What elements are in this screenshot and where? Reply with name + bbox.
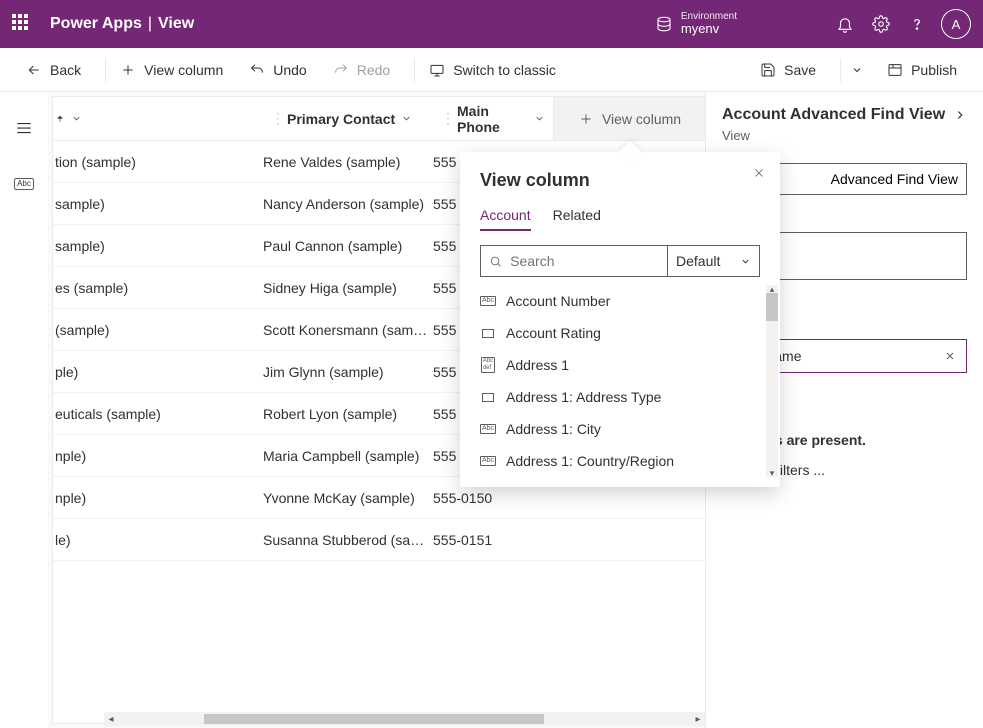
column-option-label: Account Rating — [506, 325, 601, 341]
column-option-label: Address 1: Country/Region — [506, 453, 674, 469]
view-column-popover: View column Account Related Default AbcA… — [460, 152, 780, 487]
field-type-icon: Abc — [480, 456, 496, 466]
panel-title: Account Advanced Find View — [722, 106, 945, 124]
switch-to-classic-button[interactable]: Switch to classic — [421, 54, 564, 86]
save-button[interactable]: Save — [752, 54, 824, 86]
back-button[interactable]: Back — [18, 54, 89, 86]
cell-name: es (sample) — [53, 280, 263, 296]
cell-name: sample) — [53, 238, 263, 254]
table-row[interactable]: le) Susanna Stubberod (samp... 555-0151 — [53, 519, 705, 561]
cell-contact: Paul Cannon (sample) — [263, 238, 433, 254]
column-option[interactable]: Account Rating — [460, 317, 780, 349]
column-option[interactable]: Abc Address 1: Country/Region — [460, 445, 780, 477]
cell-contact: Jim Glynn (sample) — [263, 364, 433, 380]
field-type-icon — [480, 329, 496, 338]
settings-icon[interactable] — [863, 0, 899, 48]
column-header-name[interactable] — [53, 112, 263, 126]
column-option-label: Address 1 — [506, 357, 569, 373]
column-option-label: Account Number — [506, 293, 610, 309]
left-rail: Abc — [0, 92, 48, 728]
column-option-label: Address 1: Address Type — [506, 389, 661, 405]
field-type-icon — [480, 393, 496, 402]
cell-contact: Susanna Stubberod (samp... — [263, 532, 433, 548]
column-option[interactable]: Abcdef Address 1 — [460, 349, 780, 381]
column-option[interactable]: Abc Address 1: City — [460, 413, 780, 445]
tab-account[interactable]: Account — [480, 207, 531, 231]
cell-phone: 555-0151 — [433, 532, 553, 548]
save-dropdown[interactable] — [847, 54, 875, 86]
environment-name: myenv — [681, 22, 737, 36]
grid-header: ⋮Primary Contact ⋮Main Phone View column — [53, 97, 705, 141]
cell-contact: Sidney Higa (sample) — [263, 280, 433, 296]
command-bar: Back View column Undo Redo Switch to cla… — [0, 48, 983, 92]
cell-name: sample) — [53, 196, 263, 212]
popover-title: View column — [480, 170, 760, 191]
cell-name: tion (sample) — [53, 154, 263, 170]
redo-button: Redo — [325, 54, 398, 86]
column-option[interactable]: Address 1: Address Type — [460, 381, 780, 413]
column-option-label: Address 1: City — [506, 421, 601, 437]
remove-sort-icon[interactable] — [944, 350, 956, 362]
horizontal-scrollbar[interactable]: ◂ ▸ — [104, 712, 705, 726]
environment-label: Environment — [681, 11, 737, 22]
column-header-main-phone[interactable]: ⋮Main Phone — [433, 103, 553, 135]
close-icon[interactable] — [752, 166, 766, 180]
field-type-icon: Abc — [480, 296, 496, 306]
field-type-icon: Abc — [480, 424, 496, 434]
cell-contact: Nancy Anderson (sample) — [263, 196, 433, 212]
field-type-icon: Abcdef — [480, 357, 496, 372]
environment-picker[interactable]: Environment myenv — [655, 11, 737, 36]
hamburger-icon[interactable] — [8, 112, 40, 144]
cell-contact: Yvonne McKay (sample) — [263, 490, 433, 506]
search-input[interactable] — [510, 253, 659, 269]
cell-contact: Robert Lyon (sample) — [263, 406, 433, 422]
cell-phone: 555-0150 — [433, 490, 553, 506]
app-header: Power Apps|View Environment myenv A — [0, 0, 983, 48]
column-header-primary-contact[interactable]: ⋮Primary Contact — [263, 110, 433, 127]
cell-name: nple) — [53, 490, 263, 506]
view-column-button[interactable]: View column — [112, 54, 231, 86]
search-icon — [489, 254, 502, 269]
fields-icon[interactable]: Abc — [8, 168, 40, 200]
panel-subtitle: View — [722, 128, 967, 143]
cell-name: euticals (sample) — [53, 406, 263, 422]
cell-name: le) — [53, 532, 263, 548]
environment-icon — [655, 15, 673, 33]
column-option[interactable]: Abc Account Number — [460, 285, 780, 317]
add-column-button[interactable]: View column — [553, 97, 705, 140]
cell-contact: Maria Campbell (sample) — [263, 448, 433, 464]
app-title: Power Apps|View — [50, 15, 194, 33]
publish-button[interactable]: Publish — [879, 54, 965, 86]
app-launcher-icon[interactable] — [12, 14, 32, 34]
popover-scrollbar[interactable]: ▴ ▾ — [766, 285, 778, 477]
cell-name: nple) — [53, 448, 263, 464]
tab-related[interactable]: Related — [553, 207, 601, 231]
cell-name: (sample) — [53, 322, 263, 338]
cell-contact: Rene Valdes (sample) — [263, 154, 433, 170]
avatar[interactable]: A — [941, 9, 971, 39]
notifications-icon[interactable] — [827, 0, 863, 48]
cell-contact: Scott Konersmann (sample) — [263, 322, 433, 338]
cell-name: ple) — [53, 364, 263, 380]
panel-expand-icon[interactable] — [953, 108, 967, 122]
undo-button[interactable]: Undo — [241, 54, 314, 86]
filter-dropdown[interactable]: Default — [667, 246, 759, 276]
help-icon[interactable] — [899, 0, 935, 48]
